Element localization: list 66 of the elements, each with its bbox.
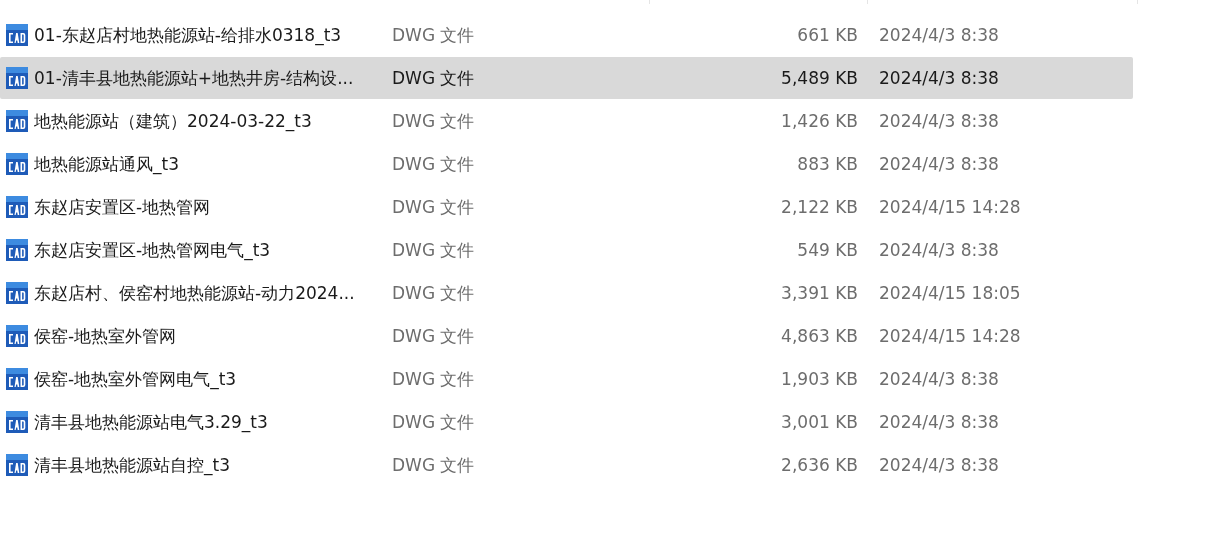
cad-file-icon — [5, 453, 29, 477]
file-row[interactable]: 清丰县地热能源站自控_t3 DWG 文件 2,636 KB 2024/4/3 8:38 — [0, 444, 1133, 486]
file-row[interactable]: 01-东赵店村地热能源站-给排水0318_t3 DWG 文件 661 KB 2024/4/3 8:38 — [0, 14, 1133, 56]
file-name: 01-东赵店村地热能源站-给排水0318_t3 — [34, 23, 343, 47]
modified-date: 2024/4/3 8:38 — [879, 154, 1000, 174]
file-size: 883 KB — [796, 154, 858, 174]
file-type: DWG 文件 — [392, 66, 476, 90]
cad-file-icon — [5, 367, 29, 391]
file-name: 01-清丰县地热能源站+地热井房-结构设... — [34, 66, 355, 90]
modified-date: 2024/4/3 8:38 — [879, 25, 1000, 45]
file-size: 1,903 KB — [780, 369, 858, 389]
file-size: 3,001 KB — [780, 412, 858, 432]
file-size: 4,863 KB — [780, 326, 858, 346]
modified-date: 2024/4/3 8:38 — [879, 68, 1000, 88]
cad-file-icon — [5, 66, 29, 90]
file-name: 清丰县地热能源站自控_t3 — [34, 453, 231, 477]
cad-file-icon — [5, 152, 29, 176]
file-row[interactable]: 东赵店安置区-地热管网 DWG 文件 2,122 KB 2024/4/15 14:28 — [0, 186, 1133, 228]
file-type: DWG 文件 — [392, 410, 476, 434]
file-row[interactable]: 侯窑-地热室外管网电气_t3 DWG 文件 1,903 KB 2024/4/3 8:38 — [0, 358, 1133, 400]
file-type: DWG 文件 — [392, 109, 476, 133]
file-size: 1,426 KB — [780, 111, 858, 131]
file-size: 3,391 KB — [780, 283, 858, 303]
modified-date: 2024/4/3 8:38 — [879, 412, 1000, 432]
file-size: 661 KB — [796, 25, 858, 45]
cad-file-icon — [5, 23, 29, 47]
file-row[interactable]: 地热能源站通风_t3 DWG 文件 883 KB 2024/4/3 8:38 — [0, 143, 1133, 185]
cad-file-icon — [5, 109, 29, 133]
file-name: 东赵店安置区-地热管网电气_t3 — [34, 238, 272, 262]
file-name: 侯窑-地热室外管网电气_t3 — [34, 367, 238, 391]
modified-date: 2024/4/15 14:28 — [879, 197, 1022, 217]
file-row[interactable]: 东赵店安置区-地热管网电气_t3 DWG 文件 549 KB 2024/4/3 8:38 — [0, 229, 1133, 271]
cad-file-icon — [5, 195, 29, 219]
file-row[interactable]: 地热能源站（建筑）2024-03-22_t3 DWG 文件 1,426 KB 2024/4/3 8:38 — [0, 100, 1133, 142]
file-type: DWG 文件 — [392, 238, 476, 262]
cad-file-icon — [5, 324, 29, 348]
file-type: DWG 文件 — [392, 152, 476, 176]
file-type: DWG 文件 — [392, 324, 476, 348]
file-size: 549 KB — [796, 240, 858, 260]
file-type: DWG 文件 — [392, 23, 476, 47]
file-name: 东赵店安置区-地热管网 — [34, 195, 212, 219]
file-type: DWG 文件 — [392, 367, 476, 391]
modified-date: 2024/4/3 8:38 — [879, 111, 1000, 131]
file-name: 地热能源站通风_t3 — [34, 152, 180, 176]
file-size: 2,636 KB — [780, 455, 858, 475]
file-type: DWG 文件 — [392, 281, 476, 305]
modified-date: 2024/4/3 8:38 — [879, 455, 1000, 475]
file-name: 东赵店村、侯窑村地热能源站-动力2024... — [34, 281, 356, 305]
file-row[interactable]: 东赵店村、侯窑村地热能源站-动力2024... DWG 文件 3,391 KB 2024/4/15 18:05 — [0, 272, 1133, 314]
file-size: 5,489 KB — [780, 68, 858, 88]
cad-file-icon — [5, 238, 29, 262]
file-size: 2,122 KB — [780, 197, 858, 217]
file-type: DWG 文件 — [392, 195, 476, 219]
modified-date: 2024/4/3 8:38 — [879, 369, 1000, 389]
modified-date: 2024/4/15 14:28 — [879, 326, 1022, 346]
modified-date: 2024/4/15 18:05 — [879, 283, 1022, 303]
file-name: 侯窑-地热室外管网 — [34, 324, 178, 348]
file-row[interactable]: 01-清丰县地热能源站+地热井房-结构设... DWG 文件 5,489 KB 2024/4/3 8:38 — [0, 57, 1133, 99]
modified-date: 2024/4/3 8:38 — [879, 240, 1000, 260]
file-type: DWG 文件 — [392, 453, 476, 477]
cad-file-icon — [5, 281, 29, 305]
file-name: 清丰县地热能源站电气3.29_t3 — [34, 410, 269, 434]
cad-file-icon — [5, 410, 29, 434]
file-name: 地热能源站（建筑）2024-03-22_t3 — [34, 109, 313, 133]
file-row[interactable]: 清丰县地热能源站电气3.29_t3 DWG 文件 3,001 KB 2024/4/3 8:38 — [0, 401, 1133, 443]
file-row[interactable]: 侯窑-地热室外管网 DWG 文件 4,863 KB 2024/4/15 14:28 — [0, 315, 1133, 357]
